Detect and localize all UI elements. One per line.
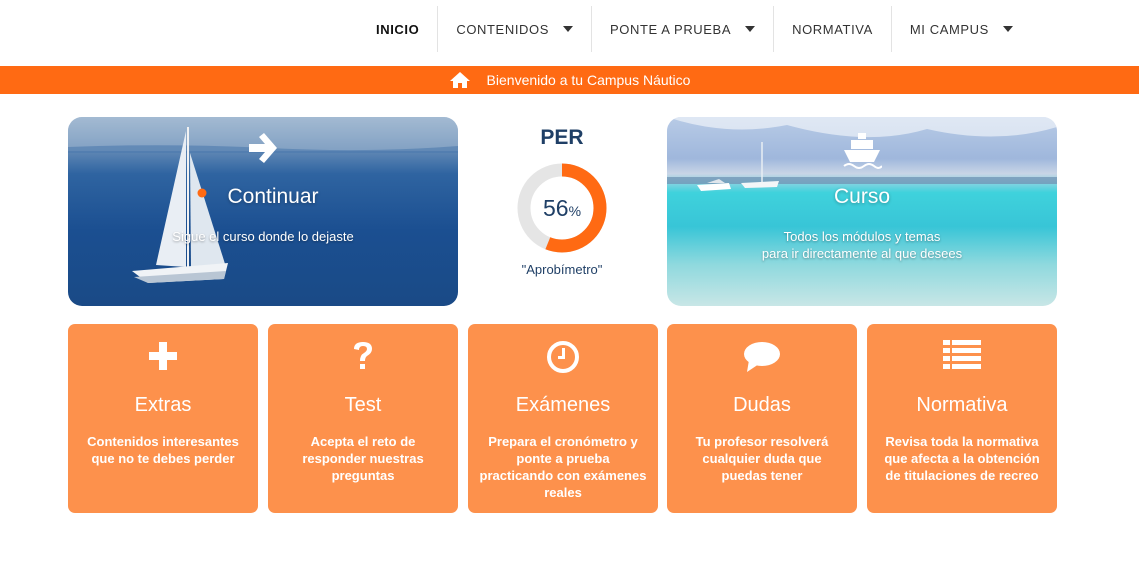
clock-icon <box>468 340 658 374</box>
doubts-card[interactable]: Dudas Tu profesor resolverá cualquier du… <box>667 324 857 513</box>
card-description: Acepta el reto de responder nuestras pre… <box>302 434 424 483</box>
caret-down-icon <box>1002 26 1013 32</box>
nav-item-contenidos[interactable]: CONTENIDOS <box>438 6 592 52</box>
plus-icon <box>68 340 258 372</box>
continue-subtitle: Sigue el curso donde lo dejaste <box>172 229 354 244</box>
caret-down-icon <box>745 26 756 32</box>
banner-text: Bienvenido a tu Campus Náutico <box>486 72 691 88</box>
nav-item-label: INICIO <box>376 21 420 37</box>
nav-item-normativa[interactable]: NORMATIVA <box>774 6 892 52</box>
course-subtitle: Todos los módulos y temas para ir direct… <box>761 229 963 261</box>
nav-item-ponte-a-prueba[interactable]: PONTE A PRUEBA <box>592 6 775 52</box>
card-title: Normativa <box>916 394 1008 416</box>
speech-bubble-icon <box>667 340 857 374</box>
gauge-caption: "Aprobímetro" <box>521 262 603 277</box>
welcome-banner: Bienvenido a tu Campus Náutico <box>0 66 1139 94</box>
card-title: Test <box>344 394 382 416</box>
progress-ring: 56% <box>517 163 607 253</box>
list-icon <box>867 340 1057 370</box>
extras-card[interactable]: Extras Contenidos interesantes que no te… <box>68 324 258 513</box>
card-description: Tu profesor resolverá cualquier duda que… <box>695 434 829 483</box>
home-icon[interactable] <box>449 71 471 89</box>
ship-icon <box>667 131 1057 169</box>
question-icon <box>268 340 458 372</box>
card-title: Dudas <box>733 394 791 416</box>
progress-gauge: PER 56% "Aprobímetro" <box>500 122 624 292</box>
top-navigation: INICIO CONTENIDOS PONTE A PRUEBA NORMATI… <box>358 6 1031 52</box>
nav-item-label: PONTE A PRUEBA <box>610 21 732 37</box>
test-card[interactable]: Test Acepta el reto de responder nuestra… <box>268 324 458 513</box>
progress-value-text: 56% <box>543 195 581 221</box>
course-card[interactable]: Curso Todos los módulos y temas para ir … <box>667 117 1057 306</box>
nav-item-label: MI CAMPUS <box>909 21 989 37</box>
card-description: Prepara el cronómetro y ponte a prueba p… <box>479 434 647 500</box>
course-title: Curso <box>833 185 891 208</box>
arrow-right-icon <box>68 131 458 165</box>
card-title: Exámenes <box>515 394 611 416</box>
license-title: PER <box>540 126 584 149</box>
nav-item-inicio[interactable]: INICIO <box>358 6 439 52</box>
continue-title: Continuar <box>227 185 319 208</box>
card-description: Contenidos interesantes que no te debes … <box>87 434 239 466</box>
regulations-card[interactable]: Normativa Revisa toda la normativa que a… <box>867 324 1057 513</box>
nav-item-label: NORMATIVA <box>792 21 873 37</box>
progress-unit: % <box>569 203 581 219</box>
card-title: Extras <box>134 394 192 416</box>
caret-down-icon <box>563 26 573 32</box>
exams-card[interactable]: Exámenes Prepara el cronómetro y ponte a… <box>468 324 658 513</box>
nav-item-label: CONTENIDOS <box>456 21 549 37</box>
card-description: Revisa toda la normativa que afecta a la… <box>884 434 1040 483</box>
nav-item-mi-campus[interactable]: MI CAMPUS <box>892 6 1031 52</box>
progress-value: 56 <box>543 195 569 221</box>
continue-course-card[interactable]: Continuar Sigue el curso donde lo dejast… <box>68 117 458 306</box>
